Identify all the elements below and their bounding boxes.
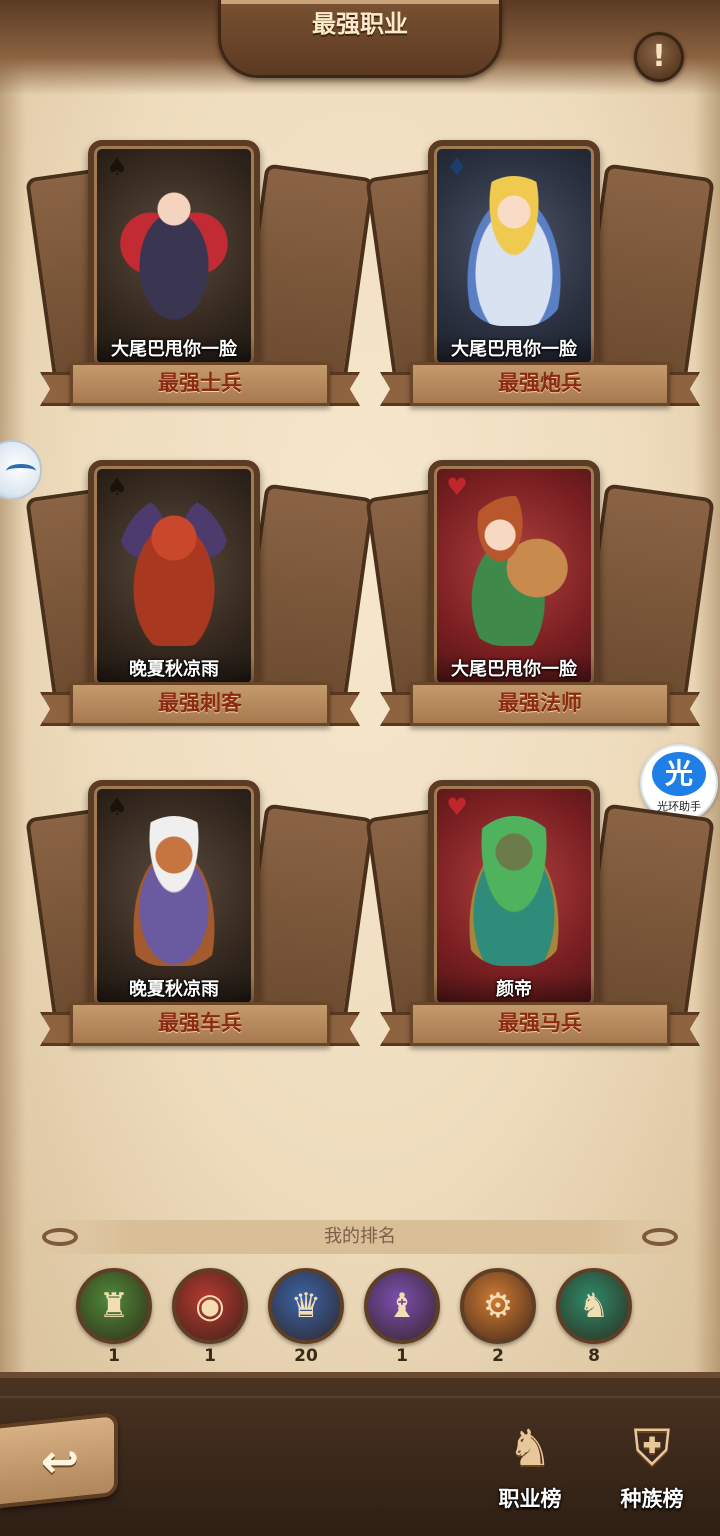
rank-item-cavalry[interactable]: ♞ 8 — [554, 1268, 634, 1374]
race-ranking-button[interactable]: ⛨ 种族榜 — [602, 1412, 702, 1522]
card-front: ♠ 大尾巴甩你一脸 — [88, 140, 260, 372]
rank-value: 2 — [492, 1346, 504, 1366]
card-front: ♦ 大尾巴甩你一脸 — [428, 140, 600, 372]
rank-item-chariot[interactable]: ⚙ 2 — [458, 1268, 538, 1374]
rank-value: 8 — [588, 1346, 600, 1366]
rank-value: 1 — [396, 1346, 408, 1366]
class-title: 最强马兵 — [498, 1011, 582, 1035]
spade-suit-icon: ♠ — [106, 153, 128, 181]
card-front: ♠ 晚夏秋凉雨 — [88, 780, 260, 1012]
card-front: ♥ 大尾巴甩你一脸 — [428, 460, 600, 692]
class-ranking-label: 职业榜 — [498, 1487, 562, 1511]
info-button[interactable]: ! — [634, 32, 684, 82]
spartan-helmet-icon: ⛨ — [633, 1419, 671, 1477]
class-card-cavalry[interactable]: ♥ 颜帝 最强马兵 — [365, 780, 715, 1070]
cannon-icon: ◉ — [172, 1268, 248, 1344]
class-title: 最强士兵 — [158, 371, 242, 395]
character-portrait — [456, 496, 572, 646]
my-ranking-title: 我的排名 — [324, 1226, 396, 1247]
race-ranking-label: 种族榜 — [620, 1487, 684, 1511]
diamond-suit-icon: ♦ — [446, 153, 468, 181]
exclamation-icon: ! — [652, 39, 666, 74]
class-card-soldier[interactable]: ♠ 大尾巴甩你一脸 最强士兵 — [25, 140, 375, 430]
class-card-chariot[interactable]: ♠ 晚夏秋凉雨 最强车兵 — [25, 780, 375, 1070]
knight-helmet-icon: ♜ — [76, 1268, 152, 1344]
rank-item-soldier[interactable]: ♜ 1 — [74, 1268, 154, 1374]
rank-item-assassin[interactable]: ♛ 20 — [266, 1268, 346, 1374]
spade-suit-icon: ♠ — [106, 793, 128, 821]
card-front: ♥ 颜帝 — [428, 780, 600, 1012]
rank-value: 1 — [204, 1346, 216, 1366]
back-arrow-icon[interactable]: ↩ — [12, 1438, 108, 1484]
character-portrait — [116, 816, 232, 966]
class-title: 最强炮兵 — [498, 371, 582, 395]
character-portrait — [456, 176, 572, 326]
chariot-icon: ⚙ — [460, 1268, 536, 1344]
spade-suit-icon: ♠ — [106, 473, 128, 501]
class-card-assassin[interactable]: ♠ 晚夏秋凉雨 最强刺客 — [25, 460, 375, 750]
character-portrait — [116, 496, 232, 646]
class-card-artillery[interactable]: ♦ 大尾巴甩你一脸 最强炮兵 — [365, 140, 715, 430]
class-title: 最强刺客 — [158, 691, 242, 715]
character-portrait — [456, 816, 572, 966]
class-title: 最强车兵 — [158, 1011, 242, 1035]
class-card-mage[interactable]: ♥ 大尾巴甩你一脸 最强法师 — [365, 460, 715, 750]
heart-suit-icon: ♥ — [446, 473, 468, 501]
page-title: 最强职业 — [312, 10, 408, 38]
rank-value: 20 — [294, 1346, 318, 1366]
horse-knight-icon: ♞ — [556, 1268, 632, 1344]
maiden-icon: ♛ — [268, 1268, 344, 1344]
heart-suit-icon: ♥ — [446, 793, 468, 821]
rank-item-mage[interactable]: ♝ 1 — [362, 1268, 442, 1374]
horse-head-icon: ♞ — [507, 1419, 553, 1477]
assistant-logo-icon — [6, 464, 36, 478]
rank-value: 1 — [108, 1346, 120, 1366]
wizard-hat-icon: ♝ — [364, 1268, 440, 1344]
card-front: ♠ 晚夏秋凉雨 — [88, 460, 260, 692]
rank-item-artillery[interactable]: ◉ 1 — [170, 1268, 250, 1374]
class-title: 最强法师 — [498, 691, 582, 715]
class-ranking-button[interactable]: ♞ 职业榜 — [480, 1412, 580, 1522]
character-portrait — [116, 176, 232, 326]
